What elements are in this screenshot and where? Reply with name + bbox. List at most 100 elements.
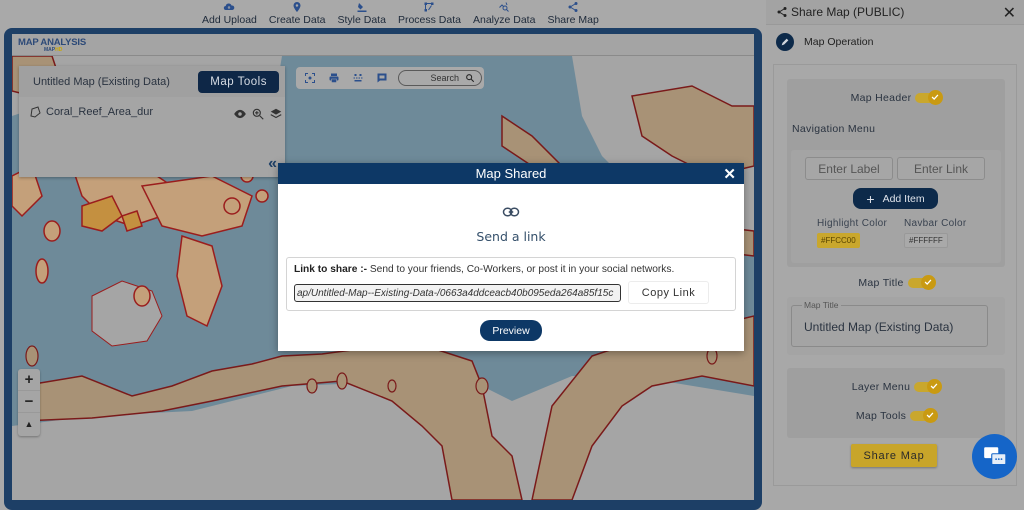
top-navigation: Add Upload Create Data Style Data Proces…: [0, 0, 766, 28]
reset-north-button[interactable]: ▲: [18, 413, 40, 435]
dialog-title: Map Shared: [475, 166, 547, 181]
header-settings-card: Map Header Navigation Menu Enter Label E…: [787, 79, 1005, 267]
chat-widget-button[interactable]: [972, 434, 1017, 479]
edit-icon: [776, 32, 794, 51]
nav-add-upload[interactable]: Add Upload: [196, 0, 263, 26]
paint-bucket-icon: [357, 3, 367, 12]
share-instructions: Link to share :- Send to your friends, C…: [294, 264, 674, 275]
fullscreen-icon[interactable]: [304, 72, 316, 84]
share-link-input[interactable]: ap/Untitled-Map--Existing-Data-/0663a4dd…: [294, 284, 621, 302]
panel-body: Map Header Navigation Menu Enter Label E…: [773, 64, 1017, 486]
map-title-field[interactable]: Map Title Untitled Map (Existing Data): [791, 300, 988, 347]
navigation-menu-card: Enter Label Enter Link + Add Item Highli…: [791, 150, 1001, 263]
nav-analyze-data[interactable]: Analyze Data: [467, 0, 541, 26]
layer-panel: Untitled Map (Existing Data) Map Tools C…: [19, 66, 285, 177]
layer-name: Coral_Reef_Area_dur: [46, 106, 154, 118]
highlight-color-label: Highlight Color: [817, 218, 888, 229]
add-item-label: Add Item: [882, 192, 925, 205]
map-header-label: Map Header: [850, 92, 912, 104]
nav-style-data[interactable]: Style Data: [332, 0, 392, 26]
navbar-color-label: Navbar Color: [904, 218, 967, 229]
check-icon: [932, 94, 939, 100]
preview-button[interactable]: Preview: [480, 320, 542, 341]
close-icon[interactable]: ✕: [723, 165, 736, 183]
enter-link-input[interactable]: Enter Link: [897, 157, 985, 180]
layer-actions: [233, 107, 283, 121]
polygon-icon: [30, 106, 41, 118]
layer-menu-toggle[interactable]: [914, 379, 943, 394]
map-operation-label: Map Operation: [804, 35, 874, 48]
map-tools-toggle[interactable]: [910, 408, 939, 423]
check-icon: [924, 279, 932, 285]
map-title-toggle[interactable]: [907, 275, 936, 290]
map-header-toggle[interactable]: [915, 90, 944, 105]
map-title-card: Map Title Untitled Map (Existing Data): [787, 297, 1005, 355]
map-header-bar: MAP ANALYSIS MAPHD: [12, 34, 754, 56]
menu-settings-card: Layer Menu Map Tools: [787, 368, 1005, 438]
nav-label: Add Upload: [202, 14, 257, 26]
map-shared-dialog: Map Shared ✕ Send a link Link to share :…: [278, 163, 744, 351]
share-label-bold: Link to share :-: [294, 264, 368, 275]
panel-title: Share Map (PUBLIC): [791, 5, 905, 19]
map-tools-button[interactable]: Map Tools: [198, 70, 279, 93]
nav-create-data[interactable]: Create Data: [263, 0, 332, 26]
nav-process-data[interactable]: Process Data: [392, 0, 467, 26]
chat-icon: [983, 446, 1006, 465]
layer-menu-label: Layer Menu: [851, 381, 911, 393]
measure-icon[interactable]: [352, 72, 364, 84]
nav-label: Share Map: [547, 14, 599, 26]
navbar-color-picker[interactable]: #FFFFFF: [904, 233, 948, 248]
analyze-icon: [499, 2, 510, 12]
search-label: Search: [430, 73, 459, 83]
map-toolbar: Search: [296, 67, 484, 89]
map-title-label: Map Title: [858, 277, 904, 289]
copy-link-button[interactable]: Copy Link: [628, 281, 709, 304]
share-icon: [568, 2, 578, 12]
zoom-out-button[interactable]: −: [18, 391, 40, 413]
nav-label: Create Data: [268, 14, 326, 26]
comment-icon[interactable]: [376, 72, 388, 84]
share-map-panel: Share Map (PUBLIC) ✕ Map Operation Map H…: [766, 0, 1024, 510]
print-icon[interactable]: [328, 72, 340, 84]
close-panel-icon[interactable]: ✕: [1003, 3, 1016, 23]
dialog-header: Map Shared ✕: [278, 163, 744, 184]
cloud-upload-icon: [224, 3, 235, 11]
map-tools-label: Map Tools: [855, 410, 907, 422]
highlight-color-picker[interactable]: #FFCC00: [817, 233, 860, 248]
logo-subtitle: MAPHD: [44, 47, 62, 53]
enter-label-input[interactable]: Enter Label: [805, 157, 893, 180]
map-header-toggle-row: Map Header: [787, 90, 1005, 105]
zoom-in-button[interactable]: +: [18, 369, 40, 391]
link-icon: [502, 207, 520, 217]
nav-label: Analyze Data: [472, 14, 536, 26]
logo-sub-a: MAP: [44, 47, 56, 53]
layer-menu-toggle-row: Layer Menu: [787, 379, 1005, 394]
share-map-button[interactable]: Share Map: [851, 444, 937, 467]
map-title-field-value: Untitled Map (Existing Data): [804, 320, 954, 334]
eye-icon[interactable]: [233, 107, 247, 121]
add-item-button[interactable]: + Add Item: [853, 188, 938, 209]
collapse-panel-button[interactable]: «: [268, 155, 277, 173]
panel-header: Share Map (PUBLIC) ✕: [766, 0, 1024, 25]
plus-icon: +: [866, 190, 875, 207]
map-search-input[interactable]: Search: [398, 70, 482, 86]
map-operation-row: Map Operation: [766, 25, 1024, 58]
nav-label: Process Data: [397, 14, 461, 26]
map-pin-icon: [293, 2, 301, 12]
layers-icon[interactable]: [269, 107, 283, 121]
map-name: Untitled Map (Existing Data): [33, 75, 170, 88]
check-icon: [930, 383, 938, 389]
share-label-text: Send to your friends, Co-Workers, or pos…: [367, 264, 675, 275]
process-icon: [424, 2, 434, 12]
layer-item[interactable]: Coral_Reef_Area_dur: [19, 97, 285, 127]
nav-share-map[interactable]: Share Map: [541, 0, 604, 26]
map-title-toggle-row: Map Title: [774, 275, 1018, 290]
send-link-heading: Send a link: [476, 229, 546, 244]
check-icon: [926, 412, 934, 418]
layer-panel-header: Untitled Map (Existing Data) Map Tools: [19, 66, 285, 97]
map-title-field-legend: Map Title: [802, 300, 841, 310]
map-tools-toggle-row: Map Tools: [787, 408, 1005, 423]
nav-label: Style Data: [337, 14, 386, 26]
zoom-to-layer-icon[interactable]: [251, 107, 265, 121]
search-icon: [466, 74, 475, 83]
